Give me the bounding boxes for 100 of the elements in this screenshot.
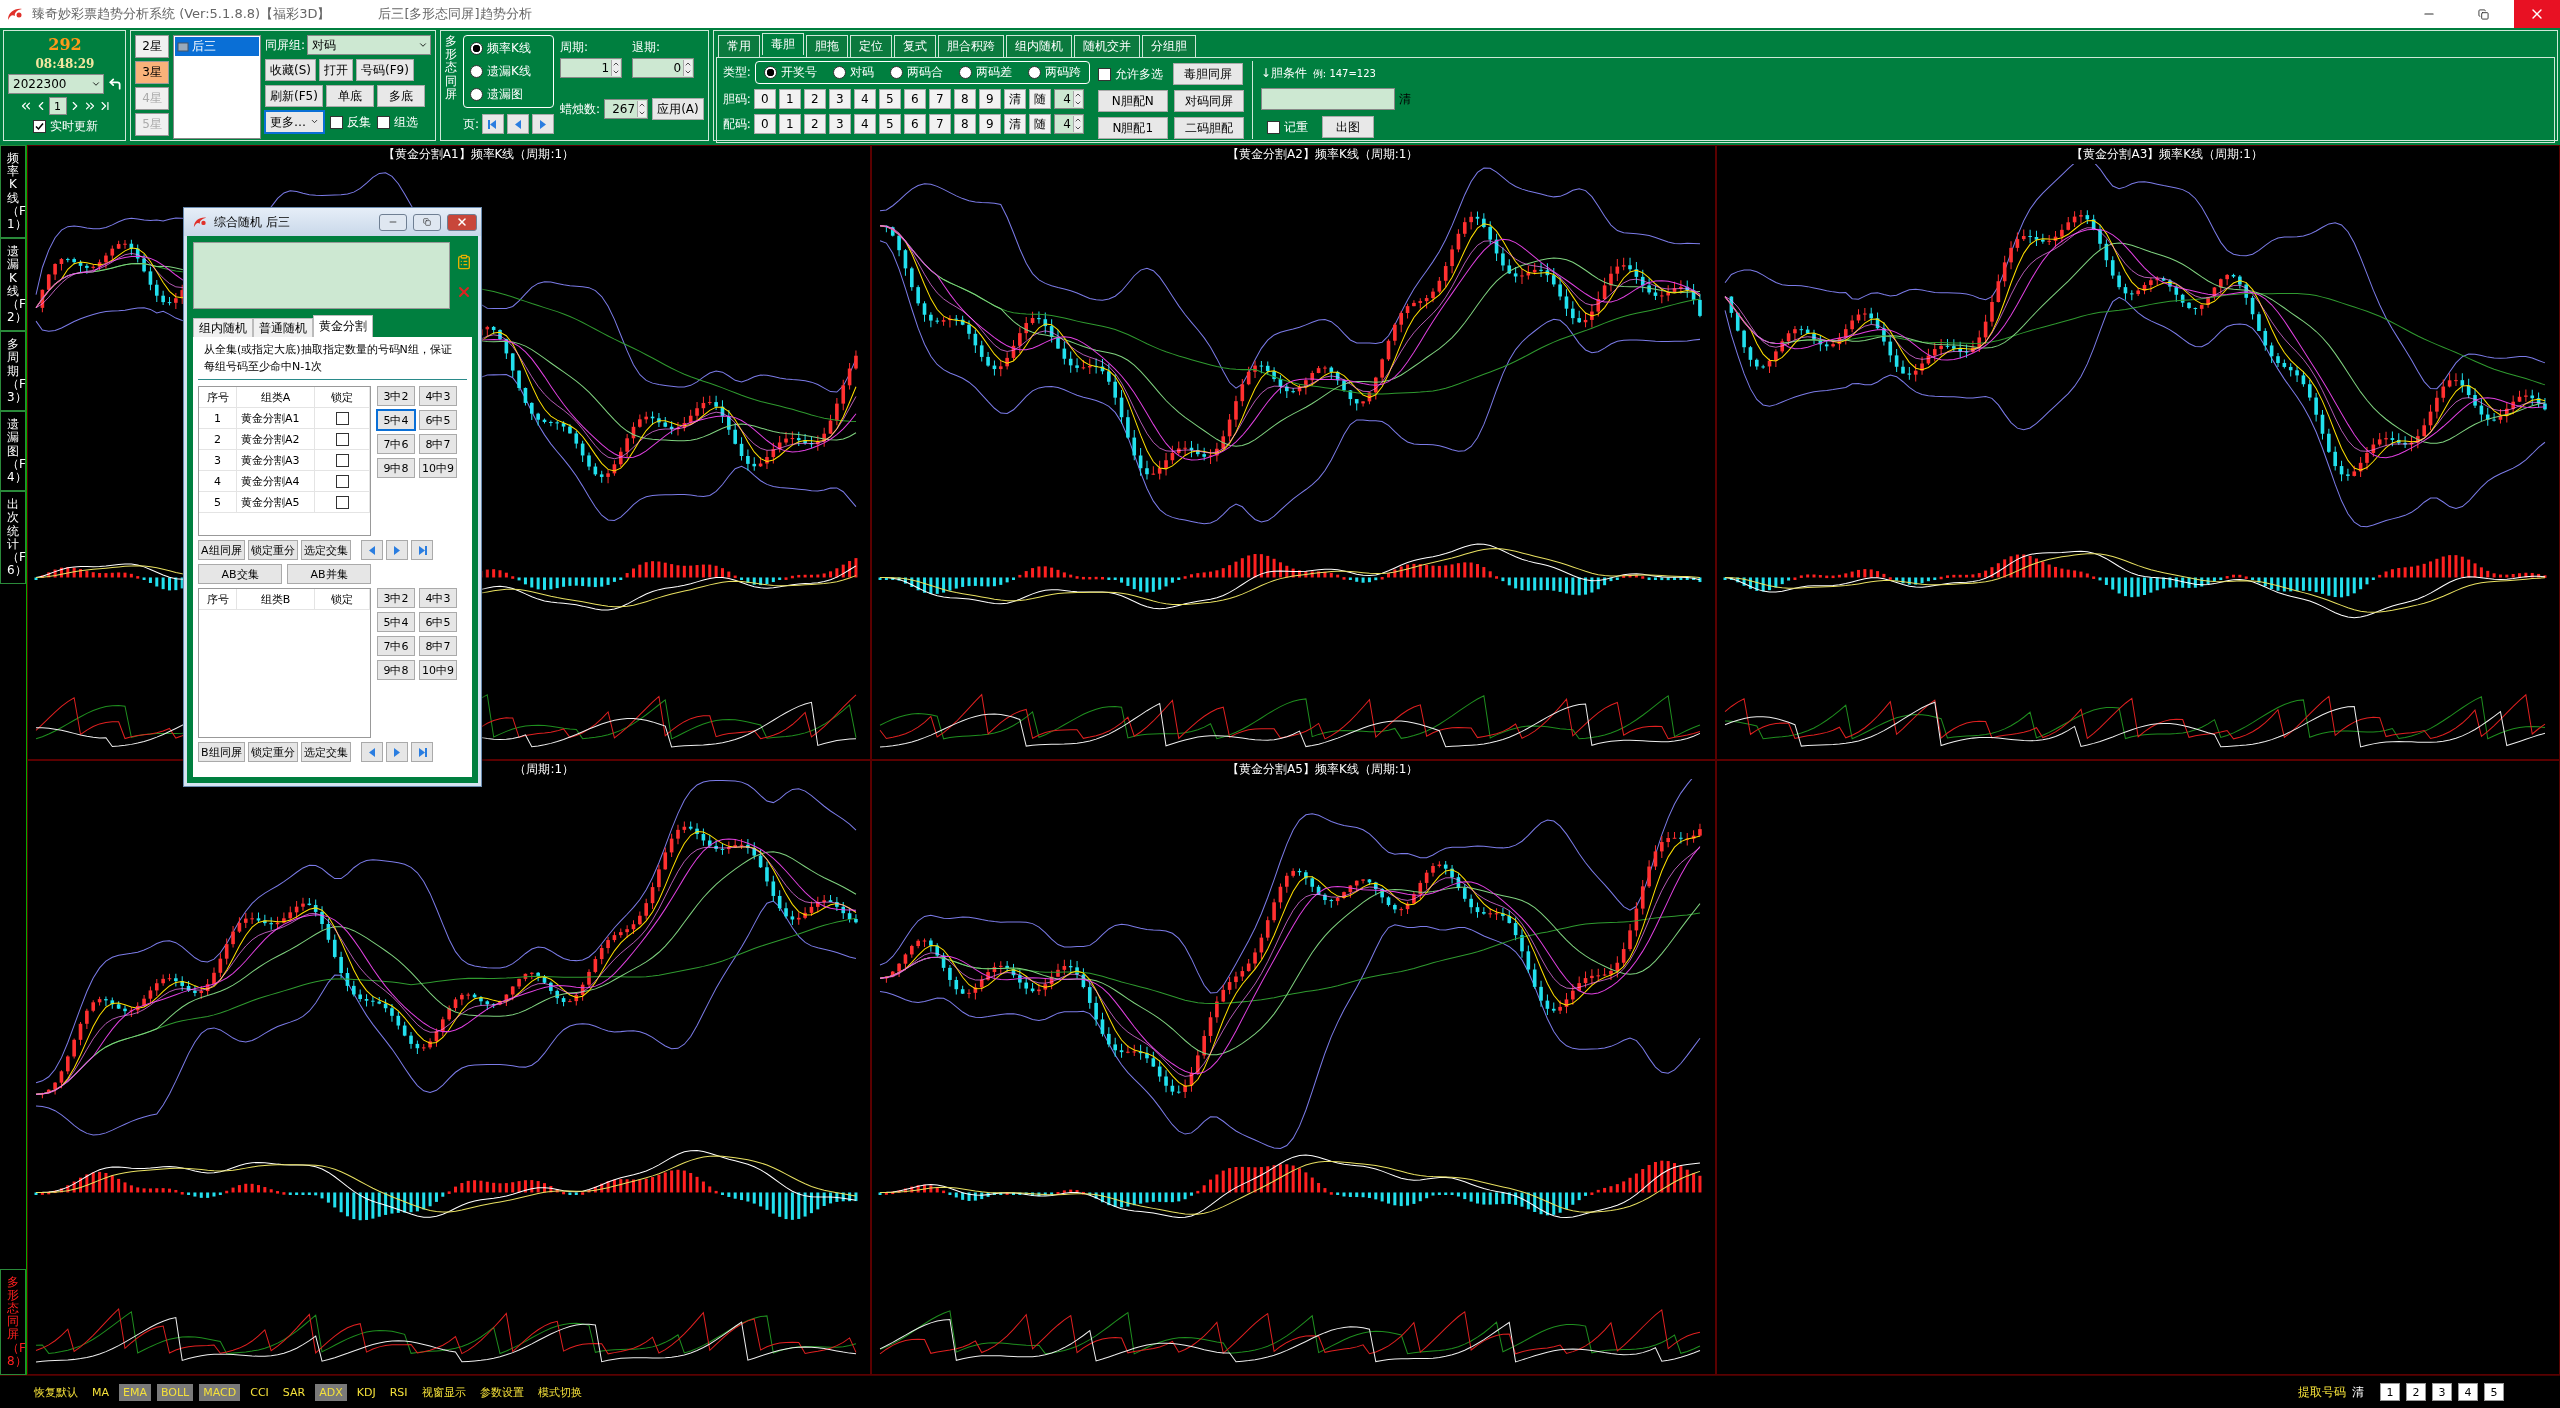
tab[interactable]: 随机交并 [1073,35,1140,57]
indicator-toggle[interactable]: 模式切换 [533,1382,586,1402]
tab[interactable]: 毒胆 [761,33,804,55]
chart-button[interactable]: 出图 [1321,116,1374,138]
indicator-toggle[interactable]: 参数设置 [475,1382,528,1402]
ratio-button[interactable]: 4中3 [419,588,457,608]
tab[interactable]: 组内随机 [1005,35,1072,57]
group-button[interactable]: 选定交集 [300,742,351,762]
radio-button[interactable]: 两码跨 [1027,64,1081,81]
checkbox[interactable]: 实时更新 [32,118,98,135]
group-button[interactable]: 选定交集 [300,540,351,560]
tab[interactable]: 黄金分割 [313,315,373,337]
tab[interactable]: 胆拖 [805,35,848,57]
option-button[interactable]: 对码同屏 [1173,90,1244,112]
radio-button[interactable]: 开奖号 [763,64,817,81]
ratio-button[interactable]: 9中8 [377,458,415,478]
count-spinner[interactable]: 4 [1053,114,1084,134]
back-period-spinner[interactable]: 0 [632,58,695,78]
plan-list-item[interactable]: 后三 [175,37,259,56]
candles-spinner[interactable]: 267 [604,99,649,119]
checkbox[interactable]: 组选 [376,113,418,131]
digit-button[interactable]: 9 [978,89,1001,109]
action-button[interactable]: 打开 [319,59,353,81]
group-button[interactable]: B组同屏 [198,742,245,762]
page-button[interactable]: 5 [2484,1383,2504,1401]
sidebar-tab[interactable]: 频率K线（F1） [0,145,26,239]
digit-button[interactable]: 4 [853,89,876,109]
digit-button[interactable]: 5 [878,114,901,134]
digit-button[interactable]: 8 [953,89,976,109]
indicator-toggle[interactable]: MA [88,1383,113,1401]
digit-button[interactable]: 8 [953,114,976,134]
tab[interactable]: 分组胆 [1141,35,1196,57]
indicator-toggle[interactable]: KDJ [352,1383,380,1401]
radio-button[interactable]: 频率K线 [470,40,548,57]
sidebar-tab[interactable]: 出次统计（F6） [0,491,26,585]
ratio-button[interactable]: 6中5 [419,410,457,430]
option-button[interactable]: 毒胆同屏 [1172,63,1243,85]
ratio-button[interactable]: 7中6 [377,636,415,656]
digit-button[interactable]: 1 [778,89,801,109]
ratio-button[interactable]: 3中2 [377,386,415,406]
apply-button[interactable]: 应用(A) [652,98,704,120]
clear-link[interactable]: 清 [1398,90,1411,108]
digit-button[interactable]: 3 [828,114,851,134]
ratio-button[interactable]: 8中7 [419,636,457,656]
digit-button[interactable]: 7 [928,89,951,109]
digit-button[interactable]: 0 [753,89,776,109]
period-select[interactable]: 2022300 [8,74,104,94]
ratio-button[interactable]: 4中3 [419,386,457,406]
group-select[interactable]: 对码 [307,35,432,55]
tab[interactable]: 常用 [717,35,760,57]
random-button[interactable]: 随 [1028,89,1051,109]
digit-button[interactable]: 4 [853,114,876,134]
radio-button[interactable]: 两码合 [889,64,943,81]
digit-button[interactable]: 1 [778,114,801,134]
action-button[interactable]: 单底 [325,85,374,107]
digit-button[interactable]: 3 [828,89,851,109]
page-button[interactable]: 3 [2432,1383,2452,1401]
star-button[interactable]: 2星 [135,35,169,58]
ratio-button[interactable]: 5中4 [377,410,415,430]
count-spinner[interactable]: 4 [1053,89,1084,109]
digit-button[interactable]: 6 [903,89,926,109]
checkbox[interactable]: 允许多选 [1097,65,1163,83]
digit-button[interactable]: 9 [978,114,1001,134]
group-button[interactable]: 锁定重分 [247,742,298,762]
set-button[interactable]: AB并集 [287,564,371,584]
action-button[interactable]: 号码(F9) [356,59,414,81]
page-field[interactable]: 1 [48,97,67,115]
indicator-toggle[interactable]: 视窗显示 [417,1382,470,1402]
more-button[interactable]: 更多… [265,111,324,133]
ratio-button[interactable]: 10中9 [419,458,457,478]
action-button[interactable]: 刷新(F5) [265,85,323,107]
sidebar-tab[interactable]: 遗漏K线（F2） [0,238,26,332]
group-button[interactable]: 锁定重分 [247,540,298,560]
indicator-toggle[interactable]: SAR [278,1383,310,1401]
radio-button[interactable]: 遗漏K线 [470,63,548,80]
option-button[interactable]: N胆配N [1097,90,1168,112]
set-button[interactable]: AB交集 [198,564,282,584]
ratio-button[interactable]: 8中7 [419,434,457,454]
clear-button[interactable]: 清 [1003,114,1026,134]
action-button[interactable]: 收藏(S) [265,59,316,81]
action-button[interactable]: 多底 [376,85,425,107]
clear-link[interactable]: 清 [2352,1383,2364,1401]
radio-button[interactable]: 遗漏图 [470,86,548,103]
digit-button[interactable]: 6 [903,114,926,134]
ratio-button[interactable]: 6中5 [419,612,457,632]
tab[interactable]: 复式 [893,35,936,57]
digit-button[interactable]: 0 [753,114,776,134]
indicator-toggle[interactable]: CCI [246,1383,273,1401]
ratio-button[interactable]: 5中4 [377,612,415,632]
tab[interactable]: 普通随机 [253,318,313,337]
option-button[interactable]: 二码胆配 [1173,117,1244,139]
checkbox[interactable]: 反集 [329,113,371,131]
page-button[interactable]: 4 [2458,1383,2478,1401]
checkbox[interactable]: 记重 [1266,118,1308,136]
tab[interactable]: 定位 [849,35,892,57]
tab[interactable]: 组内随机 [193,318,253,337]
radio-button[interactable]: 两码差 [958,64,1012,81]
star-button[interactable]: 3星 [135,61,169,84]
indicator-toggle[interactable]: RSI [385,1383,412,1401]
digit-button[interactable]: 7 [928,114,951,134]
